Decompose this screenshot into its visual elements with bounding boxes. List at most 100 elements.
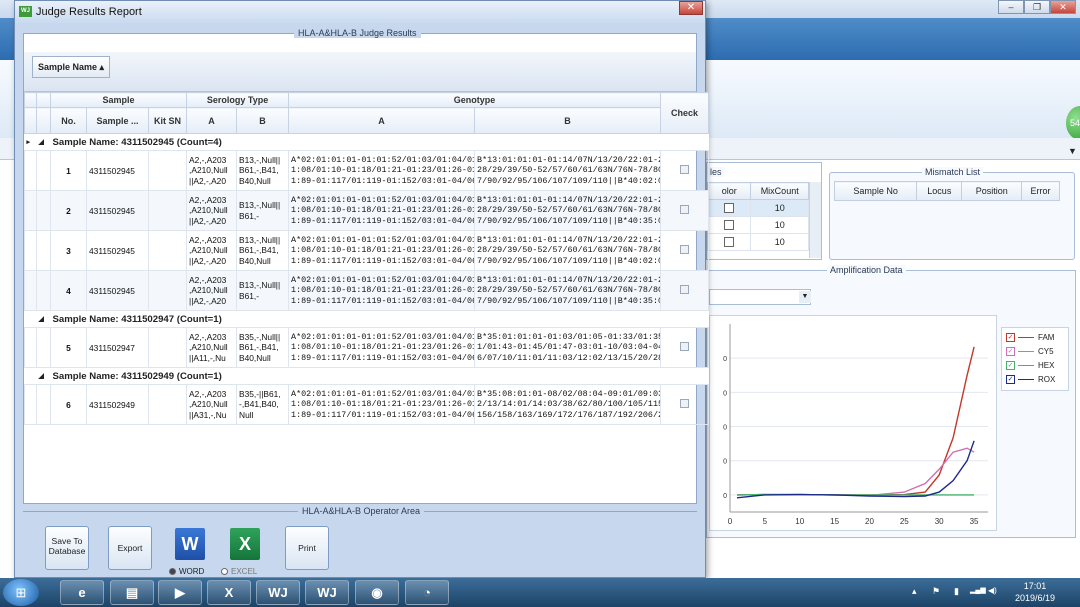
- legend-item-hex[interactable]: ✓ HEX: [1006, 359, 1054, 371]
- print-button[interactable]: Print: [285, 526, 329, 570]
- cell-sample-name: 4311502945: [86, 230, 149, 271]
- legend-swatch: [1018, 364, 1034, 366]
- row-selector[interactable]: [24, 190, 37, 231]
- wj-app-icon[interactable]: WJ: [256, 580, 300, 605]
- row-selector[interactable]: [24, 230, 37, 271]
- cell-check: [660, 270, 710, 311]
- excel-radio-label: EXCEL: [231, 567, 258, 576]
- qq-app-icon[interactable]: ◔: [405, 580, 449, 605]
- radio-icon[interactable]: [221, 568, 228, 576]
- table-row[interactable]: 4 4311502945 A2,-,A203 ,A210,Null ||A2,-,A…: [24, 270, 710, 311]
- cell-genotype-a: A*02:01:01:01-01:01:52/01:03/01:04/01:06…: [288, 270, 476, 311]
- x-tick-label: 10: [795, 517, 804, 526]
- group-row[interactable]: ◢ Sample Name: 4311502949 (Count=1): [24, 367, 709, 385]
- col-serology-a[interactable]: A: [186, 107, 238, 134]
- chevron-down-icon[interactable]: ▼: [1068, 146, 1078, 156]
- row-selector[interactable]: [24, 367, 37, 385]
- row-selector[interactable]: [24, 327, 37, 368]
- col-genotype-a[interactable]: A: [288, 107, 476, 134]
- indent-cell: [36, 327, 51, 368]
- explorer-app-icon[interactable]: ▤: [110, 580, 154, 605]
- collapse-toggle-icon[interactable]: ◢: [36, 133, 51, 151]
- chart-legend: ✓ FAM ✓ CY5 ✓ HEX ✓ ROX: [1001, 327, 1069, 391]
- table-row[interactable]: 1 4311502945 A2,-,A203 ,A210,Null ||A2,-,A…: [24, 150, 710, 191]
- signal-icon[interactable]: ▂▄▆: [970, 586, 986, 594]
- col-sample-name[interactable]: Sample ...: [86, 107, 149, 134]
- group-header-spacer: [36, 92, 51, 108]
- col-color: olor: [706, 182, 752, 200]
- row-selector[interactable]: [24, 270, 37, 311]
- volume-icon[interactable]: ◀): [988, 586, 997, 595]
- color-swatch[interactable]: [724, 237, 735, 248]
- radio-selected-icon[interactable]: [169, 568, 176, 576]
- amplification-plot: 0 0 0 0 0 0 5 10 15 20 25 30 35: [723, 324, 988, 526]
- bg-close-button[interactable]: ✕: [1050, 0, 1076, 14]
- check-checkbox[interactable]: [680, 342, 690, 351]
- legend-checkbox[interactable]: ✓: [1006, 332, 1015, 342]
- word-radio[interactable]: WORD: [169, 567, 204, 576]
- col-error: Error: [1021, 181, 1060, 201]
- check-checkbox[interactable]: [680, 165, 690, 174]
- flag-icon[interactable]: ⚑: [932, 586, 940, 597]
- excel-icon[interactable]: X: [230, 528, 260, 560]
- operator-group-title: HLA-A&HLA-B Operator Area: [298, 506, 425, 516]
- cell-no: 4: [50, 270, 87, 311]
- legend-item-fam[interactable]: ✓ FAM: [1006, 331, 1054, 343]
- table-row[interactable]: 5 4311502947 A2,-,A203 ,A210,Null ||A11,-,…: [24, 327, 710, 368]
- row-selector[interactable]: [24, 150, 37, 191]
- system-clock[interactable]: 17:01 2019/6/19: [1000, 580, 1070, 604]
- color-swatch[interactable]: [724, 203, 735, 214]
- legend-item-cy5[interactable]: ✓ CY5: [1006, 345, 1054, 357]
- battery-icon[interactable]: ▮: [954, 586, 959, 597]
- bg-maximize-button[interactable]: ❐: [1024, 0, 1050, 14]
- save-to-database-button[interactable]: Save To Database: [45, 526, 89, 570]
- legend-checkbox[interactable]: ✓: [1006, 360, 1015, 370]
- start-button[interactable]: ⊞: [3, 579, 39, 606]
- group-row[interactable]: ◢ Sample Name: 4311502947 (Count=1): [24, 310, 709, 328]
- cell-serology-a: A2,-,A203 ,A210,Null ||A2,-,A20: [186, 230, 238, 271]
- table-row[interactable]: 6 4311502949 A2,-,A203 ,A210,Null ||A31,-,…: [24, 384, 710, 425]
- color-swatch[interactable]: [724, 220, 735, 231]
- bg-minimize-button[interactable]: –: [998, 0, 1024, 14]
- ie-app-icon[interactable]: e: [60, 580, 104, 605]
- judge-results-group: HLA-A&HLA-B Judge Results Sample Name ▴ …: [23, 28, 710, 504]
- vertical-scrollbar[interactable]: [809, 182, 821, 258]
- word-icon[interactable]: W: [175, 528, 205, 560]
- legend-item-rox[interactable]: ✓ ROX: [1006, 373, 1055, 385]
- table-row[interactable]: 2 4311502945 A2,-,A203 ,A210,Null ||A2,-,A…: [24, 190, 710, 231]
- col-no[interactable]: No.: [50, 107, 87, 134]
- close-button[interactable]: ✕: [679, 1, 703, 15]
- cell-kit-sn: [147, 384, 188, 425]
- row-header-corner: [24, 92, 37, 108]
- col-genotype-b[interactable]: B: [474, 107, 662, 134]
- media-app-icon[interactable]: ▶: [158, 580, 202, 605]
- col-check[interactable]: Check: [660, 92, 710, 134]
- col-kit-sn[interactable]: Kit SN: [147, 107, 188, 134]
- legend-checkbox[interactable]: ✓: [1006, 346, 1015, 356]
- excel-radio[interactable]: EXCEL: [221, 567, 257, 576]
- col-serology-b[interactable]: B: [236, 107, 290, 134]
- row-selector[interactable]: [24, 310, 37, 328]
- tray-expand-icon[interactable]: ▴: [912, 586, 917, 597]
- row-selector[interactable]: ▸: [24, 133, 37, 151]
- group-row[interactable]: ▸ ◢ Sample Name: 4311502945 (Count=4): [24, 133, 709, 151]
- check-checkbox[interactable]: [680, 399, 690, 408]
- chevron-down-icon[interactable]: ▼: [799, 291, 811, 303]
- wj-app-icon-2[interactable]: WJ: [305, 580, 349, 605]
- channel-select[interactable]: ▼: [709, 289, 811, 305]
- excel-app-icon[interactable]: X: [207, 580, 251, 605]
- sample-name-group-button[interactable]: Sample Name ▴: [32, 56, 110, 78]
- cell-genotype-a: A*02:01:01:01-01:01:52/01:03/01:04/01:06…: [288, 384, 476, 425]
- export-button[interactable]: Export: [108, 526, 152, 570]
- mixcount-cell: 10: [750, 216, 809, 234]
- table-row[interactable]: 3 4311502945 A2,-,A203 ,A210,Null ||A2,-,A…: [24, 230, 710, 271]
- collapse-toggle-icon[interactable]: ◢: [36, 367, 51, 385]
- check-checkbox[interactable]: [680, 285, 690, 294]
- row-selector[interactable]: [24, 384, 37, 425]
- legend-checkbox[interactable]: ✓: [1006, 374, 1015, 384]
- check-checkbox[interactable]: [680, 205, 690, 214]
- collapse-toggle-icon[interactable]: ◢: [36, 310, 51, 328]
- check-checkbox[interactable]: [680, 245, 690, 254]
- wechat-app-icon[interactable]: ◉: [355, 580, 399, 605]
- mix-panel-title: les: [707, 167, 725, 177]
